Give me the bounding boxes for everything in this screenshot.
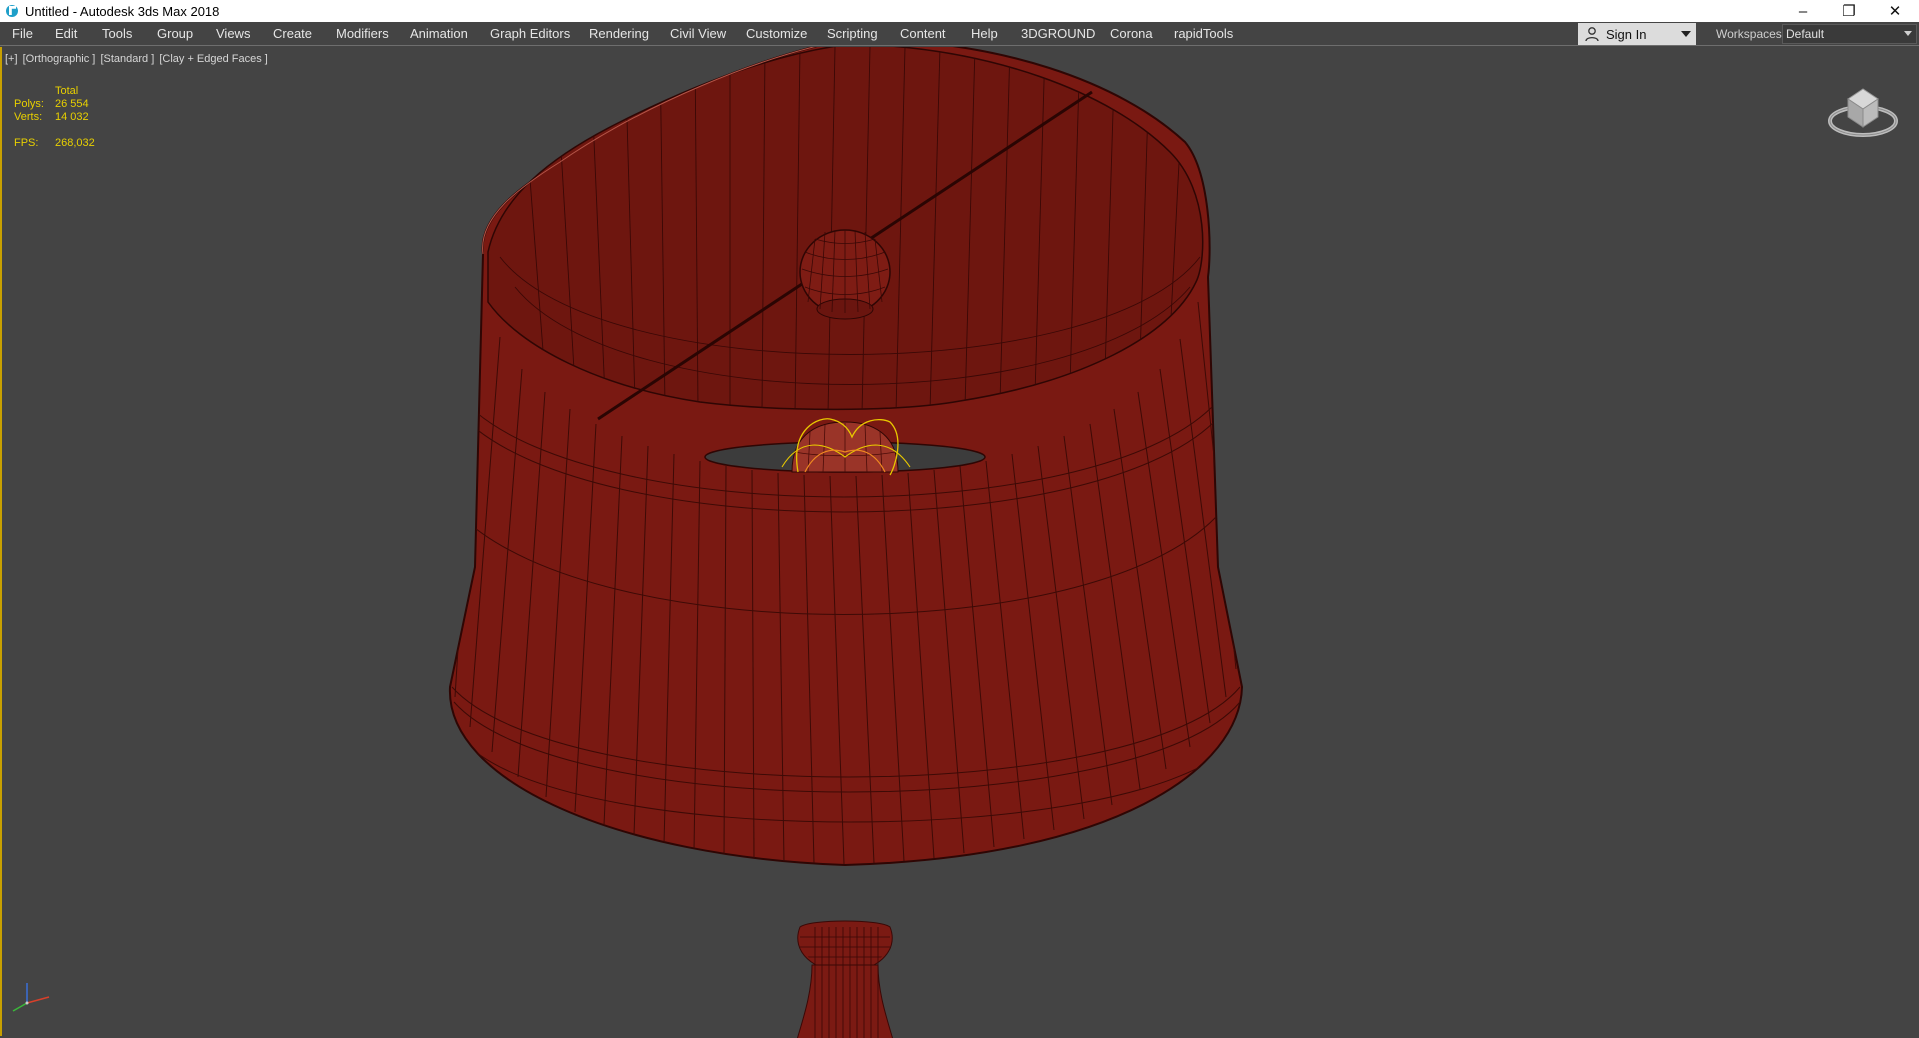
viewport-plus-menu[interactable]: [+] xyxy=(5,53,18,65)
stats-total-label: Total xyxy=(55,85,79,97)
close-icon: ✕ xyxy=(1888,3,1902,20)
menu-group[interactable]: Group xyxy=(157,22,193,45)
menu-scripting[interactable]: Scripting xyxy=(827,22,878,45)
menu-customize[interactable]: Customize xyxy=(746,22,807,45)
menu-help[interactable]: Help xyxy=(971,22,998,45)
sign-in-dropdown[interactable]: Sign In xyxy=(1578,23,1696,45)
menu-modifiers[interactable]: Modifiers xyxy=(336,22,389,45)
lamp-model[interactable] xyxy=(0,47,1919,1038)
stats-fps-value: 268,032 xyxy=(55,137,95,149)
menu-3dground[interactable]: 3DGROUND xyxy=(1021,22,1095,45)
3ds-max-app-icon xyxy=(5,4,19,18)
workspaces-value: Default xyxy=(1786,27,1825,41)
user-icon xyxy=(1585,27,1599,42)
menu-edit[interactable]: Edit xyxy=(55,22,77,45)
viewport-shading-menu[interactable]: [Clay + Edged Faces ] xyxy=(159,53,268,65)
title-bar: Untitled - Autodesk 3ds Max 2018 – ❐ ✕ xyxy=(0,0,1919,22)
close-button[interactable]: ✕ xyxy=(1872,0,1918,22)
minimize-icon: – xyxy=(1798,2,1808,20)
perspective-viewport[interactable]: [+] [Orthographic ] [Standard ] [Clay + … xyxy=(0,47,1919,1038)
stats-fps-label: FPS: xyxy=(14,137,39,149)
menu-create[interactable]: Create xyxy=(273,22,312,45)
chevron-down-icon xyxy=(1904,31,1912,36)
sign-in-label: Sign In xyxy=(1606,26,1647,42)
menu-corona[interactable]: Corona xyxy=(1110,22,1153,45)
menu-graph-editors[interactable]: Graph Editors xyxy=(490,22,570,45)
menu-file[interactable]: File xyxy=(12,22,33,45)
restore-button[interactable]: ❐ xyxy=(1826,0,1872,22)
menu-views[interactable]: Views xyxy=(216,22,250,45)
stats-verts-value: 14 032 xyxy=(55,111,89,123)
viewport-label-menu[interactable]: [+] [Orthographic ] [Standard ] [Clay + … xyxy=(5,53,270,65)
minimize-button[interactable]: – xyxy=(1780,0,1826,22)
chevron-down-icon xyxy=(1681,31,1691,37)
menu-tools[interactable]: Tools xyxy=(102,22,132,45)
lampshade-inner xyxy=(487,47,1204,411)
viewcube-icon[interactable] xyxy=(1826,77,1901,142)
viewport-view-menu[interactable]: [Orthographic ] xyxy=(23,53,96,65)
restore-icon: ❐ xyxy=(1842,3,1856,20)
menu-civil-view[interactable]: Civil View xyxy=(670,22,726,45)
workspaces-select[interactable]: Default xyxy=(1782,24,1917,44)
workspaces-label: Workspaces: xyxy=(1716,27,1786,41)
lamp-stem-body xyxy=(796,964,894,1038)
menu-content[interactable]: Content xyxy=(900,22,946,45)
menu-animation[interactable]: Animation xyxy=(410,22,468,45)
axis-tripod-icon xyxy=(12,983,50,1012)
menu-rapidtools[interactable]: rapidTools xyxy=(1174,22,1233,45)
stats-polys-value: 26 554 xyxy=(55,98,89,110)
viewport-standard-menu[interactable]: [Standard ] xyxy=(100,53,154,65)
menu-rendering[interactable]: Rendering xyxy=(589,22,649,45)
stats-polys-label: Polys: xyxy=(14,98,44,110)
window-title: Untitled - Autodesk 3ds Max 2018 xyxy=(25,3,220,19)
stats-verts-label: Verts: xyxy=(14,111,43,123)
